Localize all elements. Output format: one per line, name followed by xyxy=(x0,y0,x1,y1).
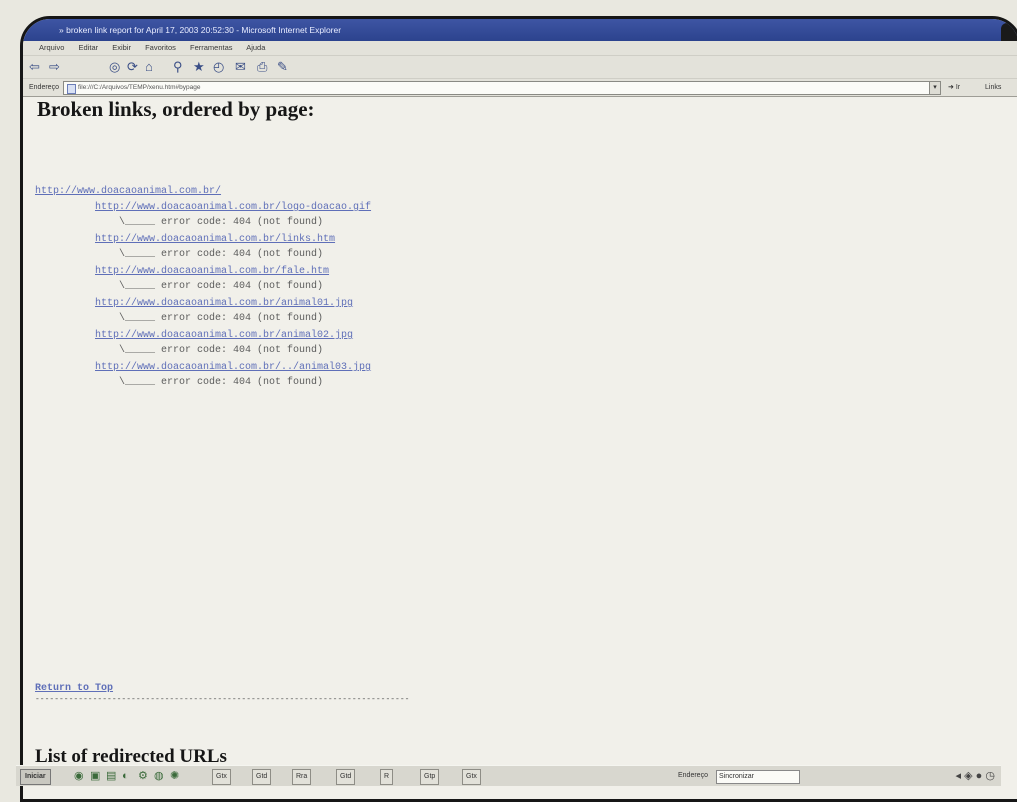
menu-editar[interactable]: Editar xyxy=(79,43,99,52)
taskbar-address-input[interactable]: Sincronizar xyxy=(716,770,800,784)
taskbar-button[interactable]: Gtx xyxy=(462,769,481,785)
menu-exibir[interactable]: Exibir xyxy=(112,43,131,52)
search-icon[interactable]: ⚲ xyxy=(173,59,183,75)
print-icon[interactable]: ⎙ xyxy=(257,59,267,75)
media-icon[interactable]: ◐ xyxy=(122,769,129,783)
chevron-down-icon[interactable]: ▾ xyxy=(929,81,941,95)
settings-icon[interactable]: ⚙ xyxy=(138,769,148,783)
home-icon[interactable]: ⌂ xyxy=(145,59,153,75)
error-text: \_____ error code: 404 (not found) xyxy=(119,377,324,388)
menu-ferramentas[interactable]: Ferramentas xyxy=(190,43,233,52)
taskbar-address-label: Endereço xyxy=(678,772,708,779)
menu-favoritos[interactable]: Favoritos xyxy=(145,43,176,52)
title-bar: » broken link report for April 17, 2003 … xyxy=(23,19,1017,41)
address-bar: Endereço file:///C:/Arquivos/TEMP/xenu.h… xyxy=(23,79,1017,97)
page-title: Broken links, ordered by page: xyxy=(37,97,315,121)
error-text: \_____ error code: 404 (not found) xyxy=(119,217,324,228)
error-text: \_____ error code: 404 (not found) xyxy=(119,313,324,324)
taskbar-button[interactable]: Gtd xyxy=(336,769,356,785)
links-button[interactable]: Links xyxy=(985,79,1001,96)
broken-link-url[interactable]: http://www.doacaoanimal.com.br/logo-doac… xyxy=(95,202,371,213)
favorites-icon[interactable]: ★ xyxy=(193,59,205,75)
broken-link-url[interactable]: http://www.doacaoanimal.com.br/fale.htm xyxy=(95,266,329,277)
mail-icon[interactable]: ✉ xyxy=(235,59,246,75)
history-icon[interactable]: ◴ xyxy=(213,59,224,75)
menu-bar: Arquivo Editar Exibir Favoritos Ferramen… xyxy=(23,41,1017,56)
taskbar: Iniciar ◉ ▣ ▤ ◐ ⚙ ◍ ✺ Gtx Gtd Rra Gtd R … xyxy=(16,765,1001,786)
refresh-icon[interactable]: ⟳ xyxy=(127,59,138,75)
browser-window: » broken link report for April 17, 2003 … xyxy=(20,16,1017,802)
address-label: Endereço xyxy=(29,84,59,91)
stop-icon[interactable]: ◎ xyxy=(109,59,120,75)
address-value: file:///C:/Arquivos/TEMP/xenu.htm#bypage xyxy=(78,84,201,91)
broken-link-url[interactable]: http://www.doacaoanimal.com.br/links.htm xyxy=(95,234,335,245)
go-label: Ir xyxy=(955,84,961,91)
sound-icon[interactable]: ◂ xyxy=(956,770,962,782)
page-icon xyxy=(67,84,76,94)
broken-link-url[interactable]: http://www.doacaoanimal.com.br/animal02.… xyxy=(95,330,353,341)
error-text: \_____ error code: 404 (not found) xyxy=(119,345,324,356)
forward-icon[interactable]: ⇨ xyxy=(49,59,60,75)
network-icon[interactable]: ◈ xyxy=(964,770,972,782)
system-tray: ◂ ◈ ● ◷ xyxy=(956,768,995,784)
broken-link-url[interactable]: http://www.doacaoanimal.com.br/../animal… xyxy=(95,362,371,373)
go-button[interactable]: ➜ Ir xyxy=(948,79,960,96)
taskbar-button[interactable]: Gtx xyxy=(212,769,231,785)
taskbar-button[interactable]: Gtd xyxy=(252,769,272,785)
menu-arquivo[interactable]: Arquivo xyxy=(39,43,64,52)
ruler-divider: ----------------------------------------… xyxy=(35,695,410,704)
address-input[interactable]: file:///C:/Arquivos/TEMP/xenu.htm#bypage xyxy=(63,81,941,95)
desktop-icon[interactable]: ▤ xyxy=(106,769,116,783)
error-text: \_____ error code: 404 (not found) xyxy=(119,281,324,292)
folder-icon[interactable]: ▣ xyxy=(90,769,100,783)
return-to-top-link[interactable]: Return to Top xyxy=(35,683,113,694)
toolbar: ⇦ ⇨ ◎ ⟳ ⌂ ⚲ ★ ◴ ✉ ⎙ ✎ xyxy=(23,56,1017,79)
browser-icon[interactable]: ◉ xyxy=(74,769,84,783)
start-button[interactable]: Iniciar xyxy=(20,769,51,785)
taskbar-button[interactable]: Gtp xyxy=(420,769,440,785)
taskbar-button[interactable]: R xyxy=(380,769,394,785)
clock-icon: ◷ xyxy=(985,770,995,782)
window-title: » broken link report for April 17, 2003 … xyxy=(59,25,342,35)
antivirus-icon[interactable]: ● xyxy=(976,770,983,782)
menu-ajuda[interactable]: Ajuda xyxy=(246,43,265,52)
edit-icon[interactable]: ✎ xyxy=(277,59,288,75)
broken-link-url[interactable]: http://www.doacaoanimal.com.br/animal01.… xyxy=(95,298,353,309)
gear-icon[interactable]: ✺ xyxy=(170,769,179,783)
back-icon[interactable]: ⇦ xyxy=(29,59,40,75)
taskbar-button[interactable]: Rra xyxy=(292,769,312,785)
error-text: \_____ error code: 404 (not found) xyxy=(119,249,324,260)
globe-icon[interactable]: ◍ xyxy=(154,769,164,783)
parent-url-link[interactable]: http://www.doacaoanimal.com.br/ xyxy=(35,186,221,197)
page-content: Broken links, ordered by page: http://ww… xyxy=(23,97,1017,799)
